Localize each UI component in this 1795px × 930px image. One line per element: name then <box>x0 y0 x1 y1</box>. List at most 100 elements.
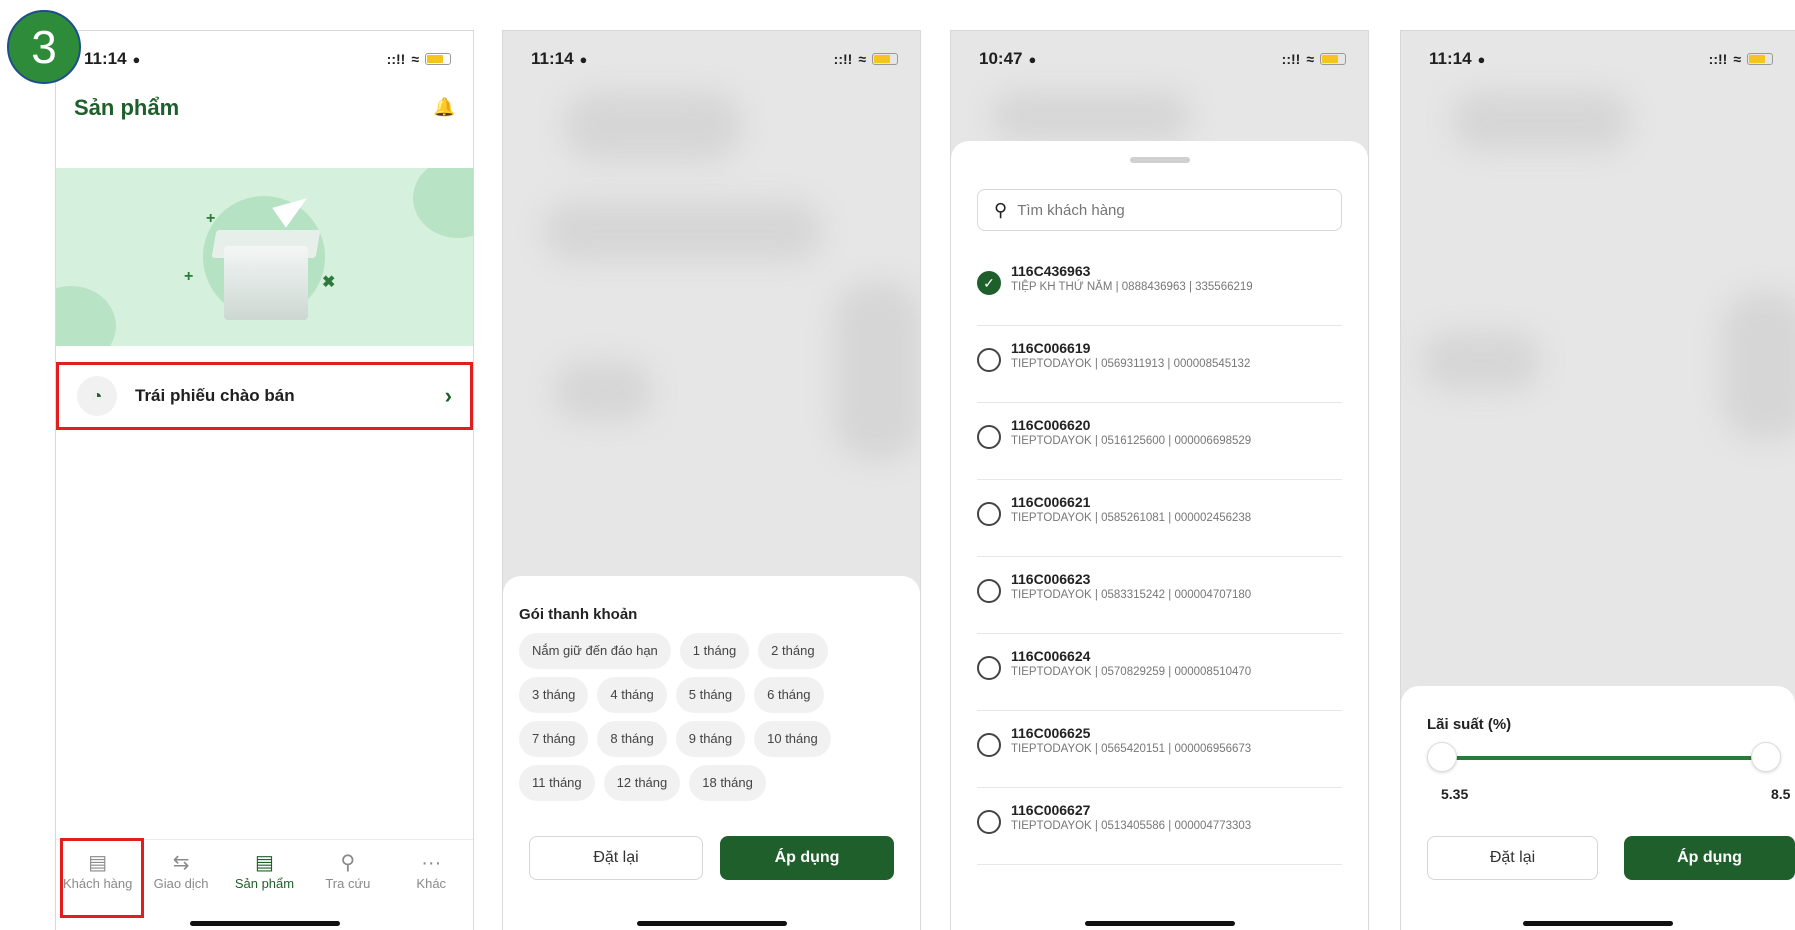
customer-details: TIỆP KH THỨ NĂM | 0888436963 | 335566219 <box>1011 281 1253 293</box>
radio-icon[interactable] <box>977 502 1001 526</box>
liquidity-chip[interactable]: 5 tháng <box>675 677 746 713</box>
slider-min-value: 5.35 <box>1441 786 1469 802</box>
blurred-content <box>563 91 743 161</box>
tab-products[interactable]: ▤ Sản phẩm <box>224 850 304 891</box>
customer-id: 116C006620 <box>1011 417 1091 433</box>
customer-details: TIEPTODAYOK | 0569311913 | 000008545132 <box>1011 358 1251 370</box>
step-badge: 3 <box>7 10 81 84</box>
liquidity-chip[interactable]: 9 tháng <box>675 721 746 757</box>
liquidity-chip-group: Nắm giữ đến đáo hạn 1 tháng 2 tháng 3 th… <box>519 633 849 801</box>
tab-transactions[interactable]: ⇆ Giao dịch <box>141 850 221 891</box>
customer-id: 116C006624 <box>1011 648 1091 664</box>
interest-range-slider[interactable] <box>1427 742 1781 772</box>
bell-icon[interactable]: 🔔 <box>433 97 455 119</box>
liquidity-chip[interactable]: 18 tháng <box>689 765 766 801</box>
user-icon: ● <box>1477 51 1486 67</box>
sparkle-icon: ✖ <box>322 274 336 291</box>
sheet-drag-handle[interactable] <box>1129 157 1190 163</box>
open-box-illustration <box>224 246 308 320</box>
radio-icon[interactable] <box>977 733 1001 757</box>
bond-offering-item[interactable]: ◔ Trái phiếu chào bán › <box>56 362 473 430</box>
status-time: 10:47 <box>979 49 1023 68</box>
customer-row[interactable]: 116C006625 TIEPTODAYOK | 0565420151 | 000… <box>977 711 1342 788</box>
sparkle-icon: + <box>184 268 194 285</box>
status-bar: 10:47 ● ::!! ≈ <box>951 31 1368 87</box>
customer-search-field[interactable]: ⚲ <box>977 189 1342 231</box>
blurred-content <box>1721 291 1795 441</box>
phone-screen-customer-picker: 10:47 ● ::!! ≈ ⚲ ✓ 116C436963TIỆP KH THỨ… <box>950 30 1369 930</box>
radio-icon[interactable] <box>977 348 1001 372</box>
blurred-content <box>1421 331 1541 391</box>
customer-icon: ▤ <box>88 852 108 874</box>
phone-screen-interest-filter: 11:14 ● ::!! ≈ Lãi suất (%) 5.35 8.5 Đặt… <box>1400 30 1795 930</box>
customer-row[interactable]: 116C006620 TIEPTODAYOK | 0516125600 | 000… <box>977 403 1342 480</box>
tab-label: Khác <box>416 876 447 891</box>
slider-min-handle[interactable] <box>1427 742 1457 772</box>
radio-icon[interactable] <box>977 579 1001 603</box>
reset-button[interactable]: Đặt lại <box>1427 836 1599 880</box>
home-indicator <box>1523 921 1673 926</box>
customer-row[interactable]: 116C006619 TIEPTODAYOK | 0569311913 | 000… <box>977 326 1342 403</box>
radio-checked-icon[interactable]: ✓ <box>977 271 1001 295</box>
empty-state-banner: + + ✖ <box>56 168 473 346</box>
page-header: Sản phẩm 🔔 <box>74 95 455 121</box>
more-icon: ··· <box>421 852 442 874</box>
reset-button[interactable]: Đặt lại <box>529 836 703 880</box>
apply-button[interactable]: Áp dụng <box>720 836 894 880</box>
signal-icon: ::!! <box>833 51 853 67</box>
bond-offering-label: Trái phiếu chào bán <box>135 386 295 405</box>
section-title: Lãi suất (%) <box>1427 716 1512 733</box>
liquidity-chip[interactable]: 12 tháng <box>603 765 681 801</box>
customer-details: TIEPTODAYOK | 0513405586 | 000004773303 <box>1011 820 1252 832</box>
page-title: Sản phẩm <box>74 95 180 120</box>
tab-label: Khách hàng <box>62 876 133 891</box>
radio-icon[interactable] <box>977 425 1001 449</box>
customer-row[interactable]: 116C006627 TIEPTODAYOK | 0513405586 | 000… <box>977 788 1342 865</box>
tab-label: Sản phẩm <box>234 876 295 891</box>
tab-more[interactable]: ··· Khác <box>391 850 471 891</box>
search-icon: ⚲ <box>340 852 356 874</box>
wifi-icon: ≈ <box>411 51 419 67</box>
transfer-icon: ⇆ <box>172 852 190 874</box>
liquidity-chip[interactable]: 3 tháng <box>519 677 589 713</box>
customer-row[interactable]: 116C006623 TIEPTODAYOK | 0583315242 | 000… <box>977 557 1342 634</box>
signal-icon: ::!! <box>1708 51 1728 67</box>
tab-label: Giao dịch <box>153 876 209 891</box>
status-time: 11:14 <box>84 49 127 68</box>
radio-icon[interactable] <box>977 656 1001 680</box>
liquidity-chip[interactable]: 11 tháng <box>519 765 595 801</box>
customer-id: 116C006625 <box>1011 725 1091 741</box>
blurred-content <box>991 91 1191 141</box>
customer-id: 116C006623 <box>1011 571 1091 587</box>
apply-button[interactable]: Áp dụng <box>1624 836 1795 880</box>
liquidity-chip[interactable]: 8 tháng <box>597 721 667 757</box>
customer-search-input[interactable] <box>1017 201 1278 219</box>
product-icon: ▤ <box>255 852 274 874</box>
tab-label: Tra cứu <box>325 876 371 891</box>
status-time: 11:14 <box>531 49 574 68</box>
customer-row[interactable]: 116C006621 TIEPTODAYOK | 0585261081 | 000… <box>977 480 1342 557</box>
section-title: Gói thanh khoản <box>519 606 638 623</box>
phone-screen-products: 11:14 ● ::!! ≈ Sản phẩm 🔔 + + ✖ ◔ Trái p… <box>55 30 474 930</box>
customer-bottom-sheet: ⚲ ✓ 116C436963 TIỆP KH THỨ NĂM | 08884369… <box>951 141 1368 930</box>
status-bar: 11:14 ● ::!! ≈ <box>503 31 920 87</box>
liquidity-chip[interactable]: Nắm giữ đến đáo hạn <box>519 633 671 669</box>
liquidity-chip[interactable]: 1 tháng <box>679 633 750 669</box>
liquidity-chip[interactable]: 7 tháng <box>519 721 589 757</box>
customer-row[interactable]: ✓ 116C436963 TIỆP KH THỨ NĂM | 0888436963… <box>977 249 1342 326</box>
customer-row[interactable]: 116C006624 TIEPTODAYOK | 0570829259 | 000… <box>977 634 1342 711</box>
liquidity-chip[interactable]: 6 tháng <box>754 677 824 713</box>
bottom-tab-bar: ▤ Khách hàng ⇆ Giao dịch ▤ Sản phẩm ⚲ Tr… <box>56 838 473 918</box>
signal-icon: ::!! <box>1281 51 1301 67</box>
radio-icon[interactable] <box>977 810 1001 834</box>
liquidity-chip[interactable]: 4 tháng <box>597 677 667 713</box>
home-indicator <box>1084 921 1235 926</box>
wifi-icon: ≈ <box>858 51 866 67</box>
tab-lookup[interactable]: ⚲ Tra cứu <box>308 850 388 891</box>
liquidity-chip[interactable]: 10 tháng <box>754 721 831 757</box>
liquidity-chip[interactable]: 2 tháng <box>758 633 828 669</box>
slider-max-handle[interactable] <box>1751 742 1781 772</box>
wifi-icon: ≈ <box>1306 51 1314 67</box>
tab-customers[interactable]: ▤ Khách hàng <box>58 838 144 918</box>
customer-id: 116C006621 <box>1011 494 1091 510</box>
